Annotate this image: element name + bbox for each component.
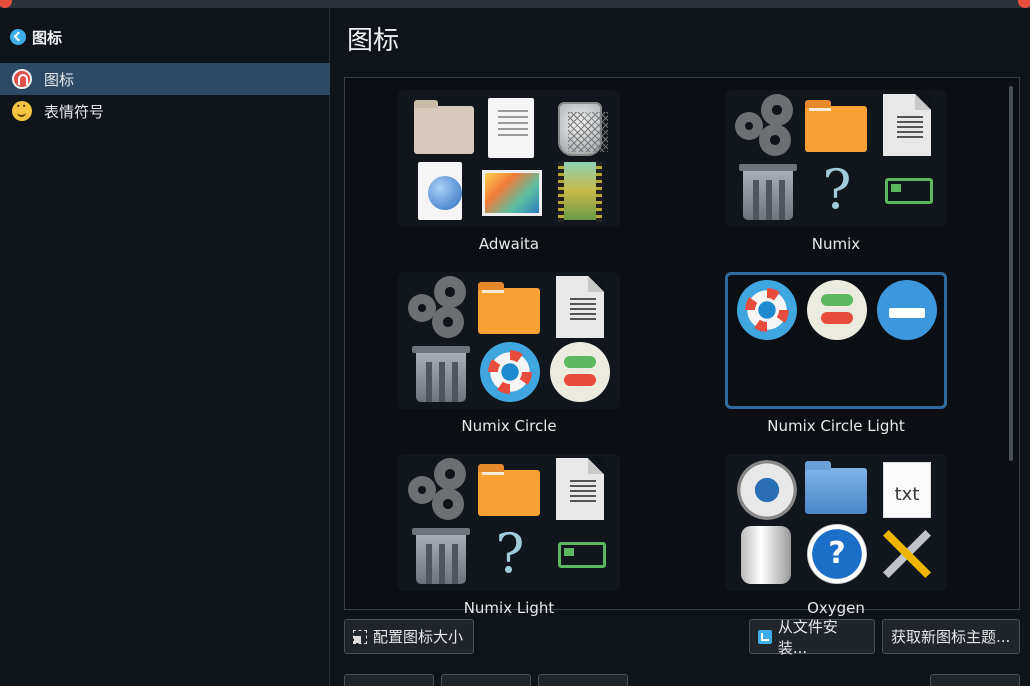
sidebar: 图标 图标 表情符号 — [0, 8, 330, 686]
help-icon: ? — [495, 522, 525, 585]
back-button[interactable]: 图标 — [10, 26, 62, 48]
document-icon — [883, 94, 931, 156]
icons-category-icon — [12, 69, 32, 89]
theme-name: Numix — [811, 235, 861, 253]
button-label: 获取新图标主题... — [891, 628, 1011, 646]
video-icon — [558, 162, 602, 222]
resize-icon — [353, 629, 367, 644]
input-dots-icon — [877, 280, 937, 340]
folder-icon — [805, 461, 867, 514]
theme-preview — [398, 90, 620, 227]
help-lifebuoy-icon — [480, 342, 540, 402]
trash-icon — [412, 346, 470, 402]
system-settings-icon — [737, 460, 797, 520]
footer-button[interactable] — [930, 674, 1020, 686]
window-titlebar — [0, 0, 1030, 8]
theme-preview: ? — [725, 90, 947, 227]
close-window-icon[interactable] — [1018, 0, 1030, 8]
install-icon — [758, 629, 772, 644]
back-label: 图标 — [32, 28, 63, 47]
help-icon: ? — [822, 158, 852, 221]
gears-icon — [406, 458, 466, 520]
help-icon: ? — [807, 524, 867, 584]
folder-icon — [478, 464, 540, 516]
trash-icon — [739, 164, 797, 220]
get-new-themes-button[interactable]: 获取新图标主题... — [882, 619, 1020, 654]
install-from-file-button[interactable]: 从文件安装... — [749, 618, 875, 657]
button-label: 配置图标大小 — [373, 628, 464, 646]
footer-button[interactable] — [344, 674, 434, 686]
theme-preview: txt ? — [725, 454, 947, 591]
sidebar-item-label: 表情符号 — [44, 102, 105, 121]
theme-preview: ? — [398, 454, 620, 591]
sidebar-item-label: 图标 — [44, 70, 75, 89]
footer-button[interactable] — [441, 674, 531, 686]
sidebar-item-emoji[interactable]: 表情符号 — [0, 95, 330, 127]
emoji-icon — [12, 101, 32, 121]
trash-icon — [741, 526, 791, 584]
configure-icon-size-button[interactable]: 配置图标大小 — [344, 619, 474, 654]
toggles-icon — [550, 342, 610, 402]
button-label: 从文件安装... — [777, 617, 838, 657]
window-menu-icon[interactable] — [0, 0, 12, 8]
folder-icon — [414, 100, 474, 154]
theme-name: Oxygen — [807, 599, 865, 617]
theme-name: Numix Circle — [461, 417, 557, 435]
gears-icon — [733, 94, 793, 156]
web-document-icon — [418, 162, 462, 220]
sidebar-item-icons[interactable]: 图标 — [0, 63, 330, 95]
theme-preview — [725, 272, 947, 409]
theme-preview — [398, 272, 620, 409]
battery-icon — [552, 524, 612, 584]
toggles-icon — [807, 280, 867, 340]
document-icon — [556, 458, 604, 520]
battery-icon — [879, 160, 939, 220]
document-icon — [556, 276, 604, 338]
folder-icon — [478, 282, 540, 334]
footer-button[interactable] — [538, 674, 628, 686]
theme-name: Adwaita — [478, 235, 540, 253]
image-icon — [482, 170, 542, 216]
folder-icon — [805, 100, 867, 152]
grid-scrollbar[interactable] — [1009, 86, 1013, 461]
page-title: 图标 — [347, 26, 400, 56]
theme-name: Numix Circle Light — [767, 417, 905, 435]
text-file-icon: txt — [883, 462, 931, 518]
tools-icon — [877, 524, 937, 584]
gears-icon — [406, 276, 466, 338]
document-icon — [488, 98, 534, 158]
trash-icon — [412, 528, 470, 584]
back-arrow-icon — [10, 29, 26, 45]
theme-name: Numix Light — [463, 599, 555, 617]
help-lifebuoy-icon — [737, 280, 797, 340]
trash-icon — [558, 102, 608, 156]
